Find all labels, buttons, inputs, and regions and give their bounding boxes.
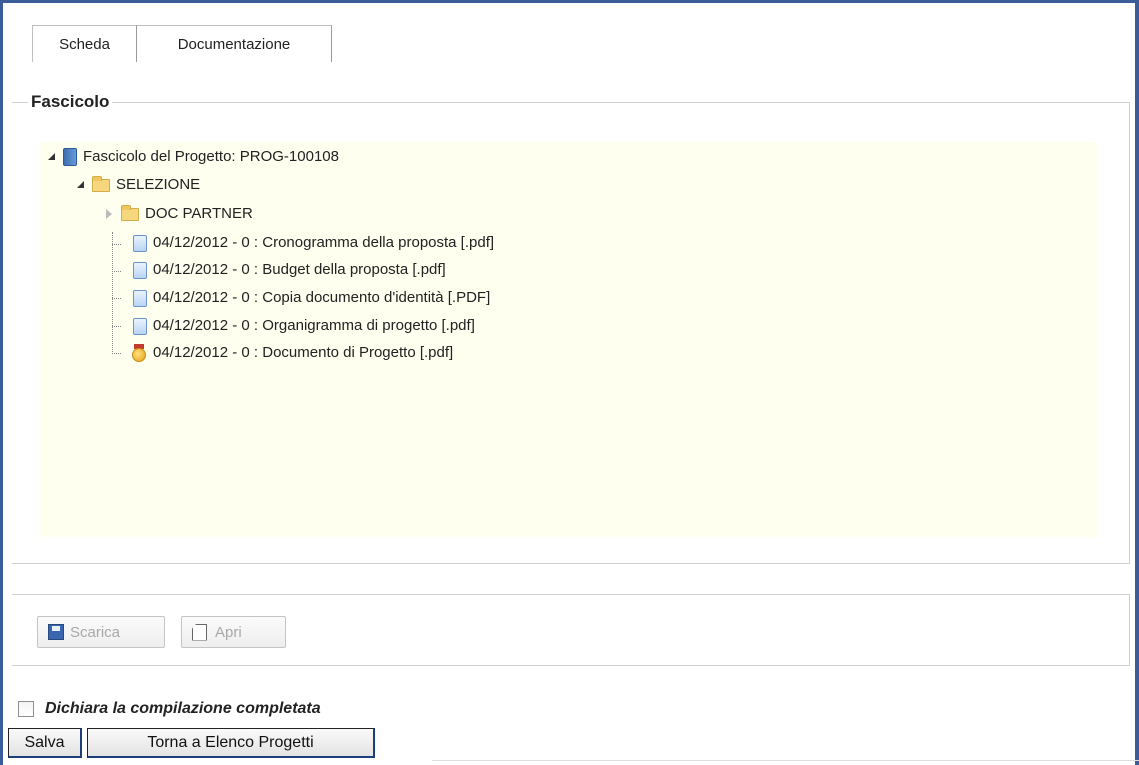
folder-open-icon <box>92 175 110 192</box>
tree-node-label: SELEZIONE <box>116 176 201 193</box>
tree-node-label: DOC PARTNER <box>145 205 253 222</box>
bottom-divider <box>432 760 1139 761</box>
tree-node-document[interactable]: 04/12/2012 - 0 : Budget della proposta [… <box>133 259 446 281</box>
tree-connector <box>112 271 121 272</box>
tab-documentazione[interactable]: Documentazione <box>137 25 332 62</box>
floppy-disk-icon <box>48 624 64 640</box>
open-button[interactable]: Apri <box>181 616 286 648</box>
tree-node-label: 04/12/2012 - 0 : Organigramma di progett… <box>153 317 475 334</box>
tab-scheda[interactable]: Scheda <box>32 25 137 62</box>
document-icon <box>133 317 147 335</box>
folder-icon <box>121 204 139 221</box>
open-button-label: Apri <box>215 623 242 641</box>
page-icon <box>192 623 207 641</box>
tree-connector <box>112 353 121 354</box>
tree-node-label: 04/12/2012 - 0 : Cronogramma della propo… <box>153 234 495 251</box>
window-frame-left <box>0 0 3 765</box>
medal-icon <box>131 344 147 362</box>
project-book-icon <box>63 148 77 166</box>
document-icon <box>133 234 147 252</box>
fieldset-border <box>12 102 26 103</box>
document-tree <box>40 142 1098 537</box>
download-button[interactable]: Scarica <box>37 616 165 648</box>
tree-node-document[interactable]: 04/12/2012 - 0 : Organigramma di progett… <box>133 315 475 337</box>
tree-node-label: 04/12/2012 - 0 : Documento di Progetto [… <box>153 344 454 361</box>
tree-node-label: 04/12/2012 - 0 : Budget della proposta [… <box>153 261 446 278</box>
tree-connector <box>112 244 121 245</box>
tree-node-label: Fascicolo del Progetto: PROG-100108 <box>83 148 339 165</box>
tree-connector <box>112 232 113 352</box>
save-button[interactable]: Salva <box>8 728 82 758</box>
expand-toggle-icon[interactable] <box>75 179 87 191</box>
tree-node-selezione[interactable]: SELEZIONE <box>75 174 200 196</box>
tree-node-label: 04/12/2012 - 0 : Copia documento d'ident… <box>153 289 491 306</box>
fieldset-legend: Fascicolo <box>28 92 113 112</box>
tree-node-document[interactable]: 04/12/2012 - 0 : Copia documento d'ident… <box>133 287 490 309</box>
declaration-checkbox[interactable] <box>18 701 34 717</box>
back-to-projects-button[interactable]: Torna a Elenco Progetti <box>87 728 375 758</box>
tree-node-document-main[interactable]: 04/12/2012 - 0 : Documento di Progetto [… <box>131 342 453 364</box>
tree-connector <box>112 326 121 327</box>
download-button-label: Scarica <box>70 623 121 641</box>
tab-bar: Scheda Documentazione <box>32 25 332 62</box>
tree-node-document[interactable]: 04/12/2012 - 0 : Cronogramma della propo… <box>133 232 494 254</box>
expand-toggle-icon[interactable] <box>46 151 58 163</box>
document-icon <box>133 289 147 307</box>
tree-node-doc-partner[interactable]: DOC PARTNER <box>104 203 253 225</box>
collapse-toggle-icon[interactable] <box>104 208 116 220</box>
document-toolbar <box>12 594 1130 666</box>
window-frame-right <box>1135 0 1139 765</box>
document-icon <box>133 261 147 279</box>
window-frame-top <box>0 0 1139 3</box>
tree-connector <box>112 298 121 299</box>
declaration-label: Dichiara la compilazione completata <box>45 700 321 717</box>
tree-node-root[interactable]: Fascicolo del Progetto: PROG-100108 <box>46 146 339 168</box>
